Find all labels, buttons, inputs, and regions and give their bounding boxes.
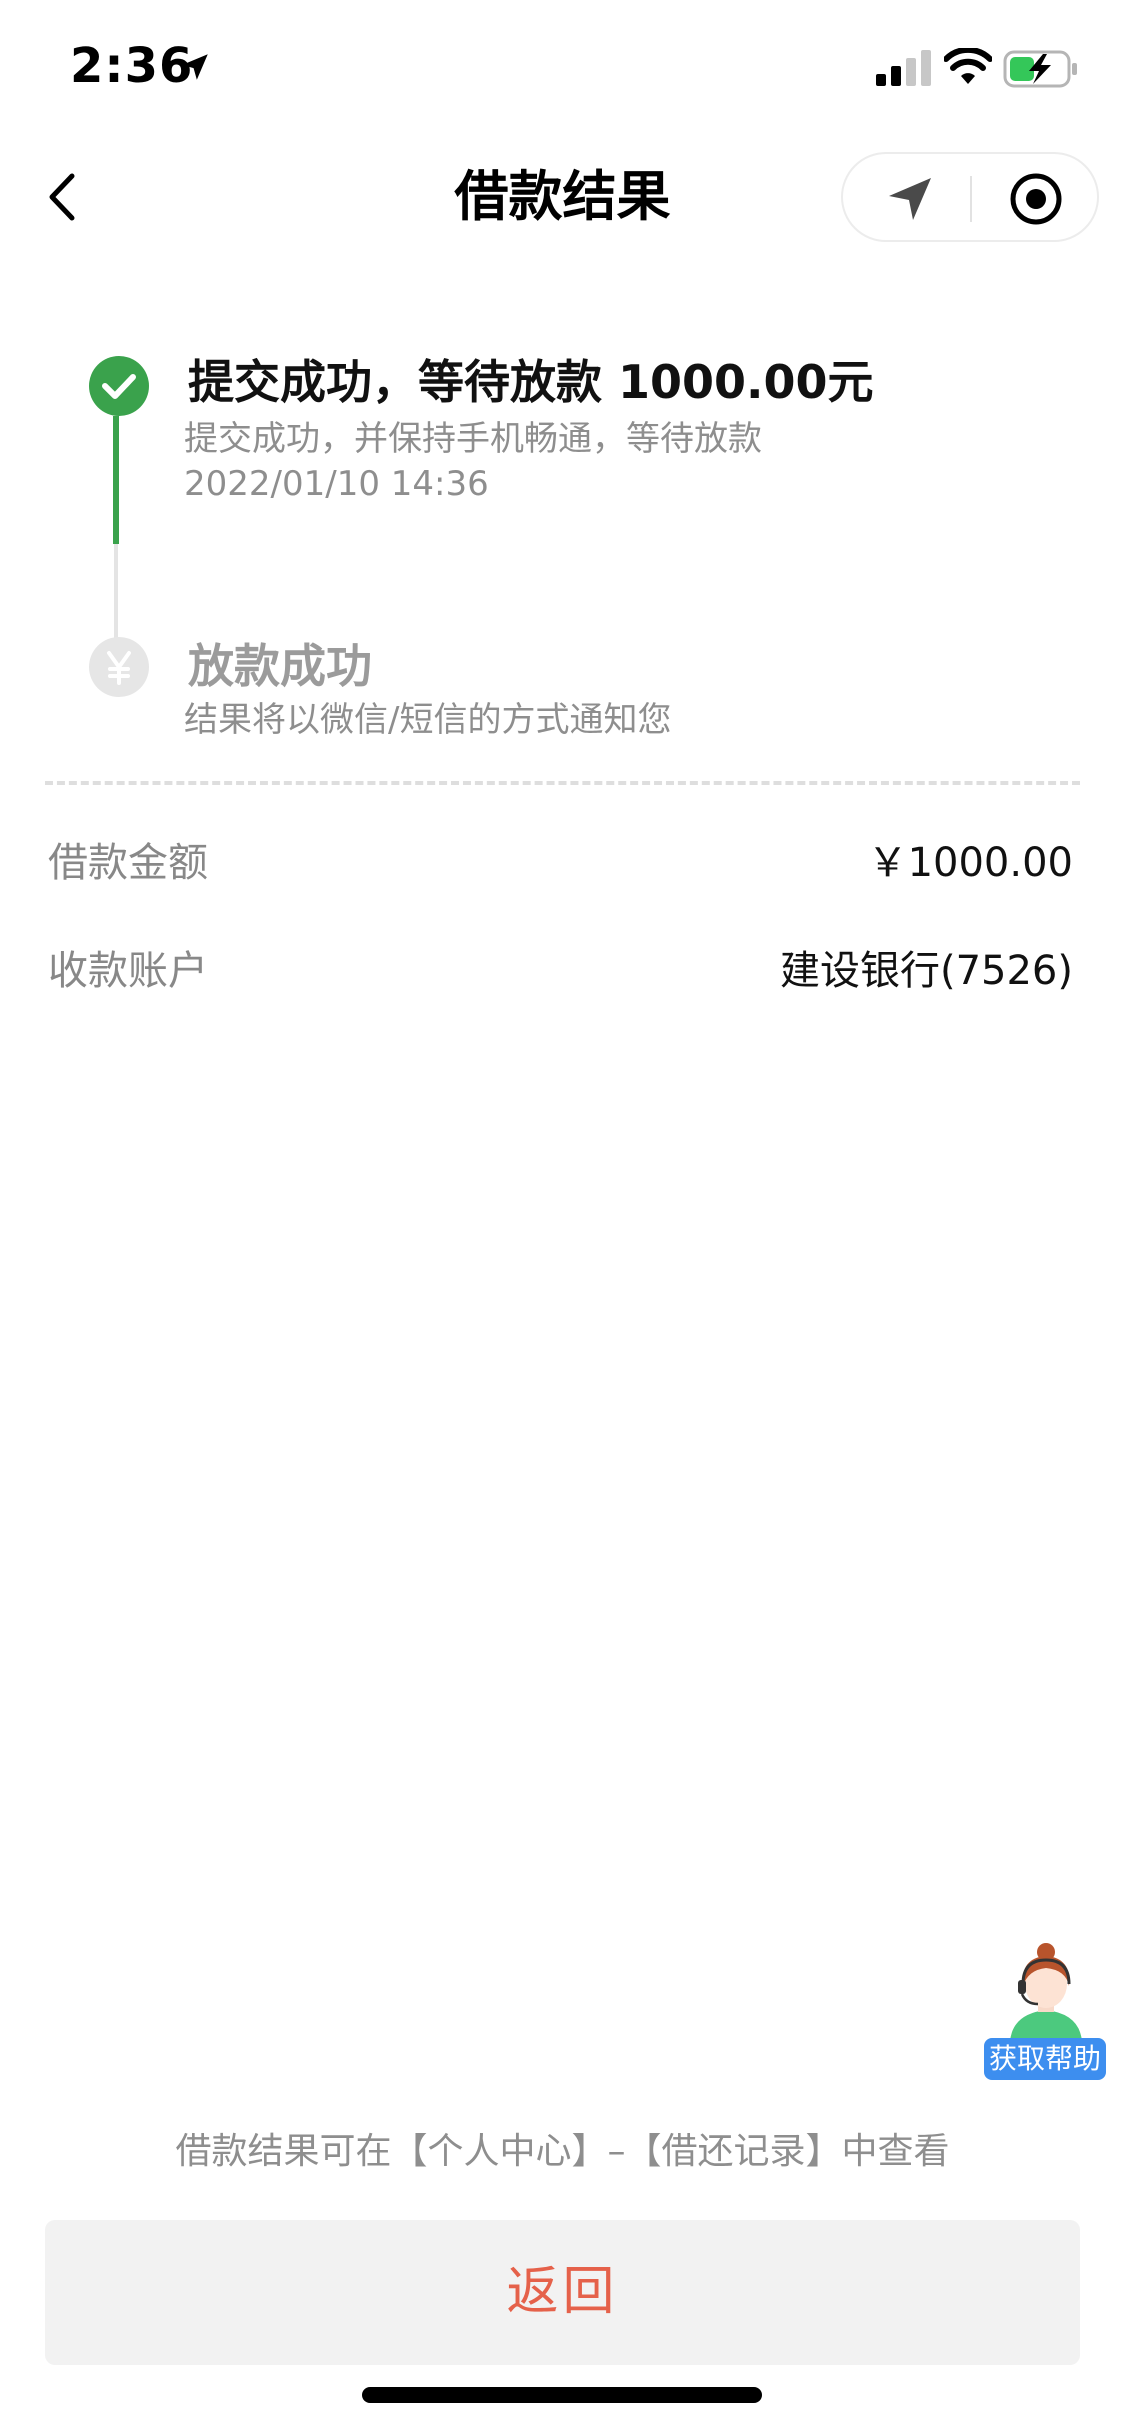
battery-charging-icon (1003, 50, 1077, 88)
capsule-divider (970, 176, 972, 222)
close-target-icon[interactable] (1009, 172, 1063, 226)
customer-service-avatar-icon (1010, 1943, 1082, 2042)
step-disbursed-title: 放款成功 (188, 639, 372, 693)
records-hint: 借款结果可在【个人中心】–【借还记录】中查看 (175, 2131, 950, 2172)
home-indicator[interactable] (362, 2387, 762, 2403)
yuan-icon (89, 637, 149, 697)
cellular-signal-icon (876, 50, 931, 86)
navigation-arrow-icon[interactable] (883, 172, 937, 226)
return-button[interactable]: 返回 (45, 2220, 1080, 2365)
help-button[interactable]: 获取帮助 (984, 1940, 1106, 2080)
check-icon (89, 356, 149, 416)
wifi-icon (944, 48, 992, 84)
timeline-line-pending (114, 544, 118, 644)
timeline-line-done (113, 416, 119, 544)
receiving-account-value: 建设银行(7526) (779, 948, 1073, 994)
status-bar: 2:36 (0, 0, 1125, 135)
dashed-divider (45, 781, 1080, 785)
step-submitted-subtitle: 提交成功，并保持手机畅通，等待放款 (184, 419, 762, 459)
step-submitted-title: 提交成功，等待放款 1000.00元 (188, 355, 874, 409)
status-time: 2:36 (70, 38, 194, 94)
loan-amount-label: 借款金额 (48, 840, 208, 886)
step-disbursed-subtitle: 结果将以微信/短信的方式通知您 (184, 700, 672, 740)
loan-amount-value: ￥1000.00 (867, 840, 1073, 886)
miniprogram-capsule (841, 152, 1099, 242)
location-arrow-icon (182, 54, 208, 80)
step-submitted-time: 2022/01/10 14:36 (184, 464, 489, 504)
help-label: 获取帮助 (984, 2038, 1106, 2080)
receiving-account-label: 收款账户 (48, 948, 208, 994)
